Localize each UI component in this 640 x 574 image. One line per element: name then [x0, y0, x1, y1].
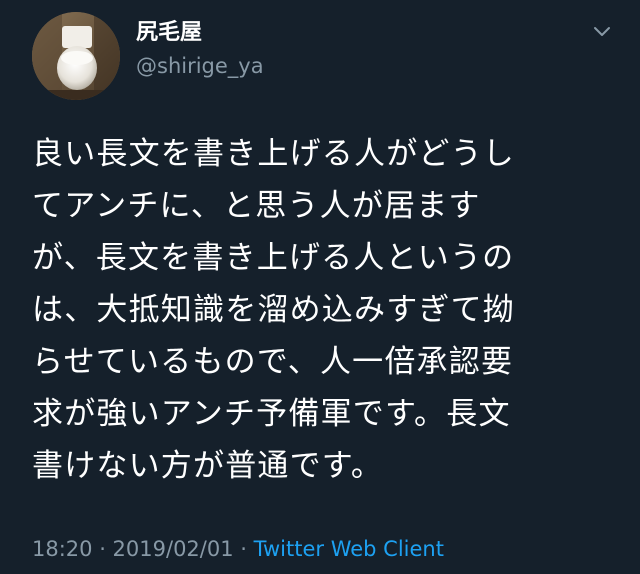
timestamp[interactable]: 18:20 · 2019/02/01: [32, 537, 234, 561]
tweet-text-line: 良い長文を書き上げる人がどうし: [32, 136, 515, 172]
tweet-text-line: 求が強いアンチ予備軍です。長文: [32, 396, 511, 432]
user-info: 尻毛屋 @shirige_ya: [136, 18, 264, 81]
user-handle[interactable]: @shirige_ya: [136, 51, 264, 81]
tweet-text: 良い長文を書き上げる人がどうし てアンチに、と思う人が居ます が、長文を書き上げ…: [32, 128, 612, 492]
source-link[interactable]: Twitter Web Client: [254, 537, 444, 561]
avatar[interactable]: [32, 12, 120, 100]
tweet-text-line: てアンチに、と思う人が居ます: [32, 188, 481, 224]
tweet-text-line: らせているもので、人一倍承認要: [32, 344, 514, 380]
tweet-text-line: が、長文を書き上げる人というの: [32, 240, 515, 276]
tweet-card: 尻毛屋 @shirige_ya 良い長文を書き上げる人がどうし てアンチに、と思…: [0, 0, 640, 574]
toilet-photo-avatar: [32, 12, 120, 100]
meta-separator: ·: [240, 537, 247, 561]
chevron-down-icon[interactable]: [592, 24, 612, 38]
display-name[interactable]: 尻毛屋: [136, 18, 264, 48]
tweet-text-line: 書けない方が普通です。: [32, 448, 384, 484]
tweet-text-line: は、大抵知識を溜め込みすぎて拗: [32, 292, 515, 328]
tweet-meta: 18:20 · 2019/02/01 · Twitter Web Client: [32, 534, 444, 564]
